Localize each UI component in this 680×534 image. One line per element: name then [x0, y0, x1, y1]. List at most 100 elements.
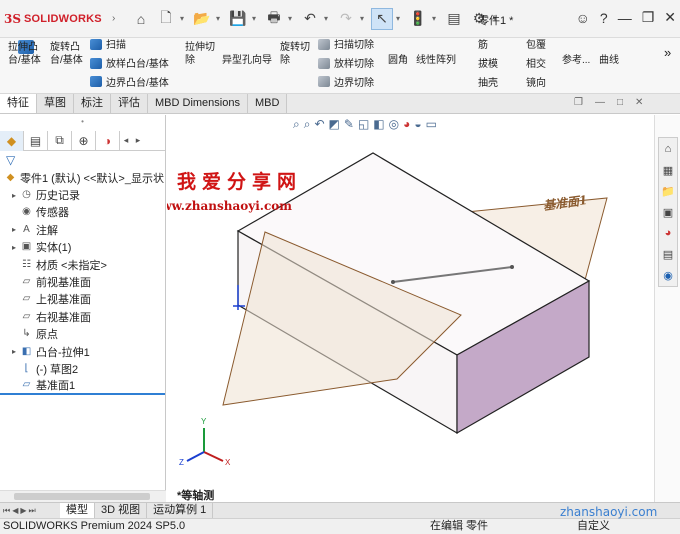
tree-item-solid-bodies[interactable]: ▸ ▣ 实体(1): [0, 239, 165, 256]
loft-boss-button[interactable]: 放样凸台/基体: [106, 58, 169, 71]
boundary-boss-button[interactable]: 边界凸台/基体: [106, 77, 169, 90]
tab-scroll-left-icon[interactable]: ◂: [120, 135, 132, 146]
rebuild-dropdown-icon[interactable]: ▾: [432, 14, 440, 23]
view-palette-icon[interactable]: ▣: [660, 203, 676, 221]
print-dropdown-icon[interactable]: ▾: [288, 14, 296, 23]
doc-maximize-icon[interactable]: □: [617, 97, 623, 108]
sweep-cut-button[interactable]: 扫描切除: [334, 39, 374, 52]
tab-model[interactable]: 模型: [60, 503, 95, 518]
display-manager-tab-icon[interactable]: ◑: [96, 130, 120, 151]
open-file-icon[interactable]: 📂: [191, 8, 213, 30]
rib-button[interactable]: 筋: [478, 39, 488, 52]
tab-sketch[interactable]: 草图: [37, 94, 74, 113]
panel-horizontal-scrollbar[interactable]: [0, 490, 166, 502]
tab-mbd-dimensions[interactable]: MBD Dimensions: [148, 94, 248, 113]
panel-grip-icon[interactable]: •: [0, 115, 165, 131]
shell-button[interactable]: 抽壳: [478, 77, 498, 90]
rebuild-icon[interactable]: 🚦: [407, 8, 429, 30]
previous-view-icon[interactable]: ↶: [314, 117, 324, 132]
fillet-button[interactable]: 圆角: [388, 54, 408, 67]
curves-button[interactable]: 曲线: [599, 54, 619, 67]
graphics-area[interactable]: 基准面1 Y X Z ⌕ ⌕ ↶ ◩ ✎ ◱ ◧ ◎ ◕ ◒ ▭ 我爱分享网 w…: [167, 115, 654, 502]
tab-markup[interactable]: 标注: [74, 94, 111, 113]
sweep-button[interactable]: 扫描: [106, 39, 126, 52]
doc-close-icon[interactable]: ✕: [635, 97, 643, 108]
scrollbar-thumb[interactable]: [14, 493, 150, 500]
tree-item-plane1[interactable]: ▱ 基准面1: [0, 378, 165, 396]
more-tools-button[interactable]: »: [664, 46, 671, 59]
home-icon[interactable]: ⌂: [130, 8, 152, 30]
draft-button[interactable]: 拔模: [478, 58, 498, 71]
menu-expand-icon[interactable]: ›: [112, 13, 124, 24]
redo-dropdown-icon[interactable]: ▾: [360, 14, 368, 23]
tree-item-annotations[interactable]: ▸ A 注解: [0, 221, 165, 238]
undo-icon[interactable]: ↶: [299, 8, 321, 30]
close-icon[interactable]: ✕: [664, 9, 676, 26]
loft-cut-button[interactable]: 放样切除: [334, 58, 374, 71]
account-icon[interactable]: ☺: [576, 10, 590, 26]
hole-wizard-button[interactable]: 异型孔向导: [222, 54, 272, 67]
tree-item-sensors[interactable]: ◉ 传感器: [0, 204, 165, 221]
file-explorer-icon[interactable]: 📁: [660, 182, 676, 200]
new-dropdown-icon[interactable]: ▾: [180, 14, 188, 23]
zoom-to-fit-icon[interactable]: ⌕: [293, 117, 300, 132]
tree-item-front-plane[interactable]: ▱ 前视基准面: [0, 273, 165, 290]
hide-show-items-icon[interactable]: ◎: [389, 117, 399, 132]
tab-scroll-right-icon[interactable]: ▸: [132, 135, 144, 146]
tree-item-origin[interactable]: ↳ 原点: [0, 326, 165, 343]
boundary-cut-button[interactable]: 边界切除: [334, 77, 374, 90]
appearances-icon[interactable]: ◕: [660, 224, 676, 242]
dynamic-annotation-icon[interactable]: ✎: [344, 117, 354, 132]
next-tab-icon[interactable]: ▶: [20, 506, 26, 516]
first-tab-icon[interactable]: ⏮: [3, 506, 10, 516]
tree-item-part[interactable]: ◆ 零件1 (默认) <<默认>_显示状: [0, 169, 165, 186]
redo-icon[interactable]: ↷: [335, 8, 357, 30]
tab-mbd[interactable]: MBD: [247, 94, 288, 113]
save-dropdown-icon[interactable]: ▾: [252, 14, 260, 23]
3dexperience-icon[interactable]: ◉: [660, 266, 676, 284]
revolve-boss-button[interactable]: 旋转凸 台/基体: [50, 41, 83, 67]
doc-minimize-icon[interactable]: —: [595, 97, 605, 108]
print-icon[interactable]: 🖶: [263, 8, 285, 30]
display-style-icon[interactable]: ◧: [373, 117, 384, 132]
prev-tab-icon[interactable]: ◀: [12, 506, 18, 516]
mirror-button[interactable]: 镜向: [526, 77, 546, 90]
expand-icon[interactable]: ▸: [8, 347, 20, 356]
feature-manager-tab-icon[interactable]: ◆: [0, 130, 24, 151]
dimxpert-tab-icon[interactable]: ⊕: [72, 130, 96, 151]
minimize-icon[interactable]: —: [618, 10, 632, 26]
open-dropdown-icon[interactable]: ▾: [216, 14, 224, 23]
tree-item-boss-extrude[interactable]: ▸ ◧ 凸台-拉伸1: [0, 343, 165, 360]
tree-item-material[interactable]: ☷ 材质 <未指定>: [0, 256, 165, 273]
revolve-cut-button[interactable]: 旋转切 除: [280, 41, 310, 67]
undo-dropdown-icon[interactable]: ▾: [324, 14, 332, 23]
tree-item-sketch2[interactable]: ⌊ (-) 草图2: [0, 360, 165, 377]
tab-features[interactable]: 特征: [0, 94, 37, 113]
expand-icon[interactable]: ▸: [8, 191, 20, 200]
custom-properties-icon[interactable]: ▤: [660, 245, 676, 263]
edit-appearance-icon[interactable]: ◕: [403, 117, 410, 132]
expand-icon[interactable]: ▸: [8, 243, 20, 252]
design-library-icon[interactable]: ▦: [660, 161, 676, 179]
tab-evaluate[interactable]: 评估: [111, 94, 148, 113]
extrude-boss-button[interactable]: 拉伸凸 台/基体: [8, 41, 41, 67]
section-view-icon[interactable]: ◩: [329, 117, 340, 132]
extrude-cut-button[interactable]: 拉伸切 除: [185, 41, 215, 67]
restore-icon[interactable]: ❐: [642, 9, 655, 26]
doc-restore-icon[interactable]: ❐: [574, 97, 583, 108]
tree-item-right-plane[interactable]: ▱ 右视基准面: [0, 308, 165, 325]
zoom-to-area-icon[interactable]: ⌕: [304, 117, 311, 132]
expand-icon[interactable]: ▸: [8, 225, 20, 234]
view-settings-icon[interactable]: ▭: [426, 117, 437, 132]
save-icon[interactable]: 💾: [227, 8, 249, 30]
new-file-icon[interactable]: 🗋: [155, 8, 177, 30]
tab-3d-views[interactable]: 3D 视图: [95, 503, 148, 518]
file-properties-icon[interactable]: ▤: [443, 8, 465, 30]
wrap-button[interactable]: 包覆: [526, 39, 546, 52]
reference-geometry-button[interactable]: 参考...: [562, 54, 590, 67]
last-tab-icon[interactable]: ⏭: [29, 506, 36, 516]
units-selector[interactable]: 自定义: [577, 519, 610, 534]
tab-motion-study[interactable]: 运动算例 1: [147, 503, 214, 518]
filter-icon[interactable]: ▽: [0, 151, 165, 169]
view-orientation-icon[interactable]: ◱: [358, 117, 369, 132]
